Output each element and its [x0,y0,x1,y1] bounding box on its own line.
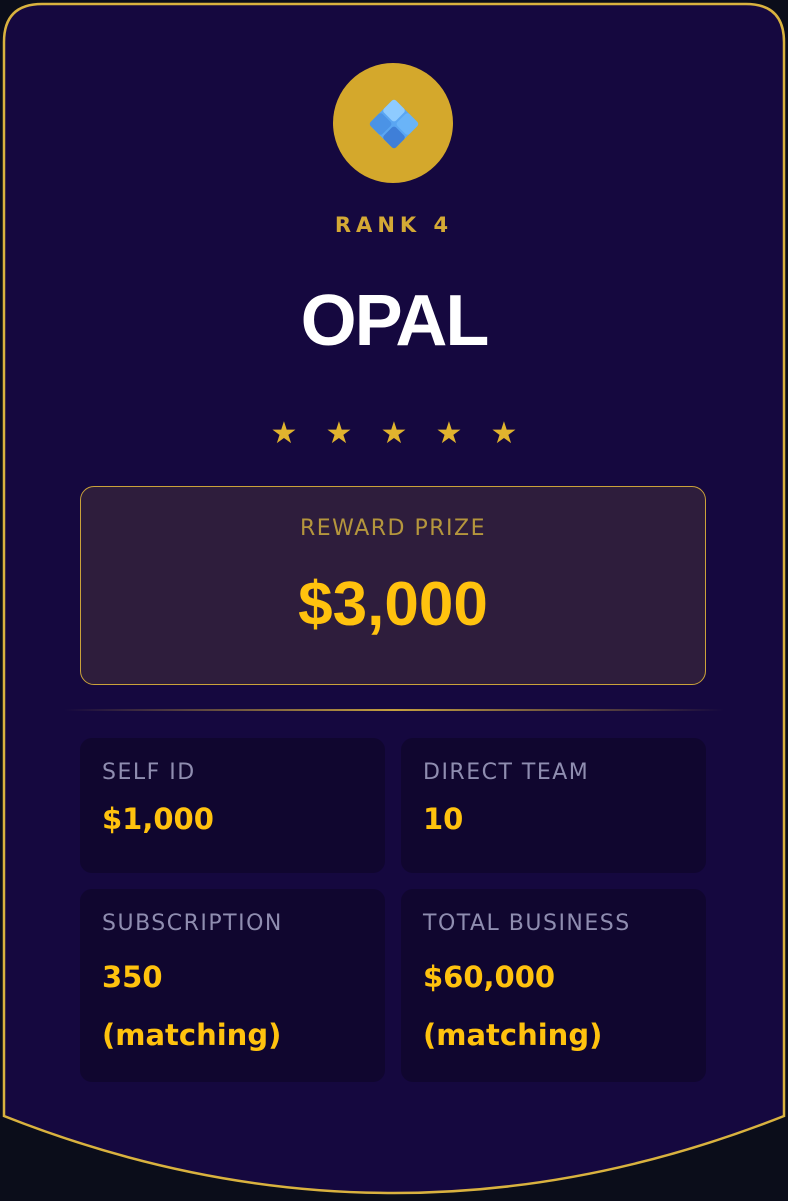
star-icon: ★ [435,416,463,451]
stat-tile-self-id: SELF ID $1,000 [80,738,385,873]
stat-value: $60,000 (matching) [423,948,706,1064]
reward-prize-box: REWARD PRIZE $3,000 [80,486,706,685]
stat-tile-direct-team: DIRECT TEAM 10 [401,738,706,873]
stat-label: SUBSCRIPTION [102,911,283,936]
stat-value-line: $60,000 [423,960,556,994]
rank-number-label: RANK 4 [334,213,454,237]
stat-value: $1,000 [102,802,214,836]
stat-label: SELF ID [102,760,196,785]
stat-tile-total-business: TOTAL BUSINESS $60,000 (matching) [401,889,706,1082]
stat-tile-subscription: SUBSCRIPTION 350 (matching) [80,889,385,1082]
reward-prize-value: $3,000 [298,570,488,639]
rank-emblem [333,63,453,183]
star-icon: ★ [490,416,518,451]
reward-prize-label: REWARD PRIZE [299,516,487,541]
stat-value-qualifier: (matching) [102,1018,282,1052]
rank-star-rating: ★ ★ ★ ★ ★ [262,414,526,454]
stat-value: 10 [423,802,464,836]
rank-card-stage: RANK 4 OPAL ★ ★ ★ ★ ★ REWARD PRIZE $3,00… [0,0,788,1201]
stat-label: TOTAL BUSINESS [423,911,631,936]
stat-value-line: 350 [102,960,163,994]
stat-label: DIRECT TEAM [423,760,590,785]
diamond-gem-icon [369,99,419,149]
stat-value: 350 (matching) [102,948,385,1064]
star-icon: ★ [380,416,408,451]
rank-title: OPAL [300,281,490,361]
star-icon: ★ [325,416,353,451]
star-icon: ★ [270,416,298,451]
stat-value-qualifier: (matching) [423,1018,603,1052]
section-divider [64,709,724,711]
